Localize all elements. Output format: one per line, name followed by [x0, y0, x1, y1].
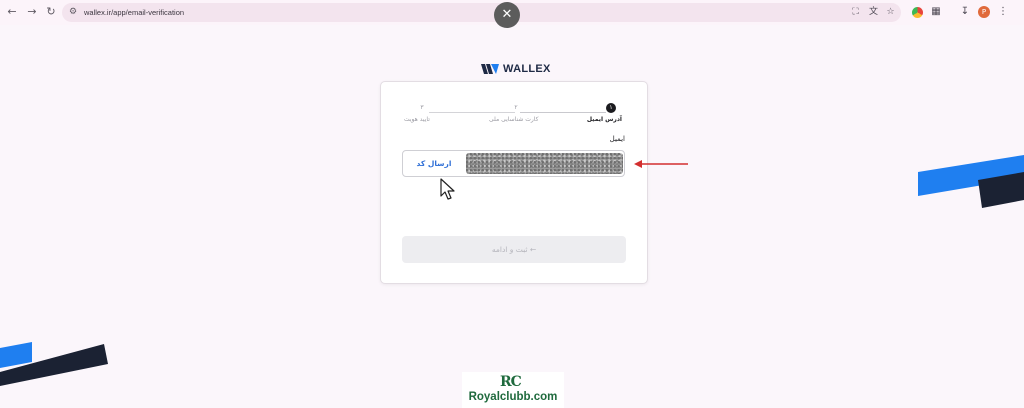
- submit-continue-button[interactable]: ثبت و ادامه ←: [402, 236, 626, 263]
- mouse-cursor-icon: [440, 178, 455, 200]
- back-arrow-icon[interactable]: ←: [4, 4, 20, 20]
- reload-icon[interactable]: ↻: [43, 4, 59, 20]
- close-overlay-button[interactable]: ✕: [494, 2, 520, 28]
- site-info-icon[interactable]: ⚙: [69, 5, 77, 20]
- decorative-stripe-right: [918, 155, 1024, 208]
- stepper-connector-2: [429, 112, 515, 113]
- bookmark-star-icon[interactable]: ☆: [884, 6, 897, 19]
- arrow-left-icon: ←: [529, 245, 537, 254]
- address-bar[interactable]: ⚙ wallex.ir/app/email-verification ⛶ 文 ☆: [62, 3, 901, 22]
- step-1-label: آدرس ایمیل: [586, 116, 622, 123]
- close-icon: ✕: [501, 7, 513, 22]
- chrome-extension-icon[interactable]: [912, 7, 923, 18]
- wallex-logo: WALLEX: [481, 62, 551, 76]
- email-label: ایمیل: [609, 135, 625, 143]
- watermark-logo: RC: [500, 374, 522, 390]
- send-code-button[interactable]: ارسال کد: [407, 151, 461, 176]
- watermark: RC Royalclubb.com: [462, 372, 564, 408]
- url-text: wallex.ir/app/email-verification: [84, 8, 185, 17]
- download-icon[interactable]: ↧: [958, 5, 972, 19]
- step-1-marker: ۱: [606, 103, 616, 113]
- masked-email-value[interactable]: [466, 153, 623, 174]
- step-2-marker: ۲: [514, 104, 518, 111]
- step-2-label: کارت شناسایی ملی: [489, 116, 539, 123]
- stepper-connector-1: [520, 112, 606, 113]
- install-app-icon[interactable]: ⛶: [849, 6, 862, 19]
- brand-name: WALLEX: [503, 63, 551, 75]
- extensions-puzzle-icon[interactable]: ▦: [929, 5, 943, 19]
- submit-label: ثبت و ادامه: [491, 245, 528, 254]
- wallex-logo-icon: [481, 64, 499, 74]
- watermark-text: Royalclubb.com: [468, 391, 558, 403]
- translate-icon[interactable]: 文: [867, 6, 880, 19]
- step-3-label: تایید هویت: [404, 116, 430, 123]
- decorative-stripe-left: [0, 342, 108, 386]
- profile-avatar[interactable]: P: [978, 6, 990, 18]
- email-field[interactable]: ارسال کد: [402, 150, 625, 177]
- menu-dots-icon[interactable]: ⋮: [996, 5, 1010, 19]
- forward-arrow-icon[interactable]: →: [24, 4, 40, 20]
- step-3-marker: ۳: [420, 104, 424, 111]
- email-verification-card: ۱ آدرس ایمیل ۲ کارت شناسایی ملی ۳ تایید …: [380, 81, 648, 284]
- annotation-arrow: [634, 160, 688, 168]
